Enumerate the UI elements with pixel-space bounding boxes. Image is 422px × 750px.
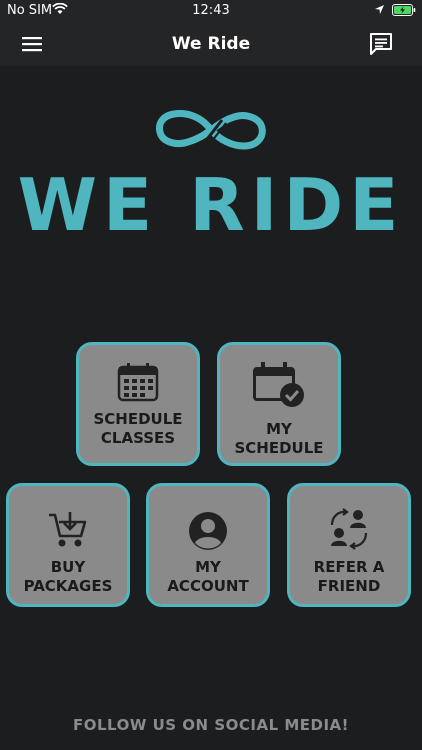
clock: 12:43 xyxy=(192,3,230,18)
schedule-classes-button[interactable]: SCHEDULE CLASSES xyxy=(76,342,200,466)
my-schedule-button[interactable]: MY SCHEDULE xyxy=(217,342,341,466)
location-arrow-icon xyxy=(374,4,385,19)
chat-message-icon[interactable] xyxy=(368,31,394,57)
my-account-label: MY ACCOUNT xyxy=(167,558,249,595)
status-bar: No SIM 12:43 xyxy=(0,0,422,22)
logo-text: WE RIDE xyxy=(17,163,405,247)
my-schedule-label: MY SCHEDULE xyxy=(234,420,324,457)
nav-bar: We Ride xyxy=(0,22,422,66)
cart-download-icon xyxy=(9,510,127,554)
calendar-icon xyxy=(79,361,197,407)
buy-packages-label: BUY PACKAGES xyxy=(23,558,113,595)
follow-social-media-text: FOLLOW US ON SOCIAL MEDIA! xyxy=(72,716,350,734)
calendar-check-icon xyxy=(220,359,338,413)
battery-icon xyxy=(392,4,416,20)
refer-a-friend-label: REFER A FRIEND xyxy=(313,558,385,595)
refer-users-icon xyxy=(290,506,408,556)
infinity-logo-icon xyxy=(156,108,266,156)
buy-packages-button[interactable]: BUY PACKAGES xyxy=(6,483,130,607)
refer-a-friend-button[interactable]: REFER A FRIEND xyxy=(287,483,411,607)
schedule-classes-label: SCHEDULE CLASSES xyxy=(93,410,183,447)
page-title: We Ride xyxy=(171,34,251,54)
user-icon xyxy=(149,510,267,556)
my-account-button[interactable]: MY ACCOUNT xyxy=(146,483,270,607)
